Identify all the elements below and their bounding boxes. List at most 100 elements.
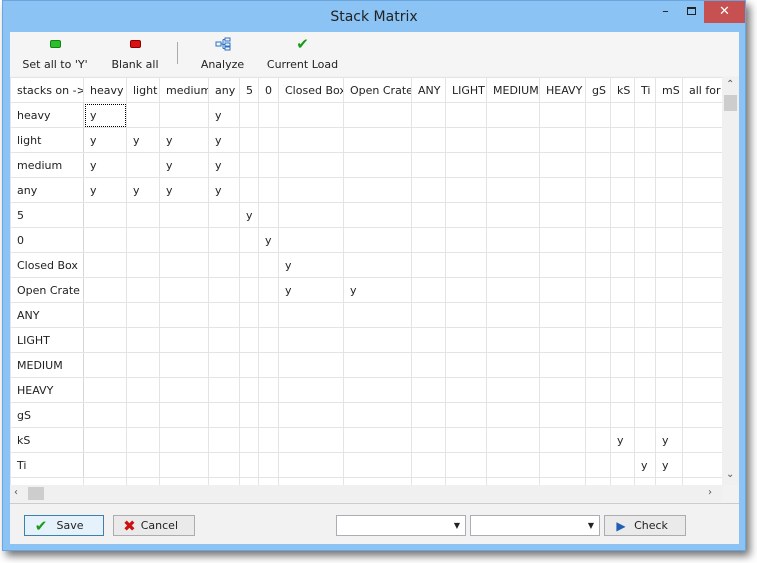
matrix-cell[interactable] — [610, 402, 635, 428]
matrix-cell[interactable] — [411, 327, 446, 353]
matrix-cell[interactable] — [682, 127, 722, 153]
matrix-cell[interactable] — [486, 302, 540, 328]
matrix-cell[interactable] — [258, 202, 279, 228]
matrix-cell[interactable] — [278, 427, 344, 453]
column-header[interactable]: Open Crate — [343, 77, 412, 103]
matrix-cell[interactable] — [239, 177, 259, 203]
matrix-cell[interactable] — [278, 402, 344, 428]
matrix-cell[interactable]: y — [655, 452, 683, 478]
matrix-cell[interactable] — [585, 227, 611, 253]
matrix-cell[interactable] — [126, 252, 160, 278]
row-header[interactable]: ANY — [10, 302, 84, 328]
matrix-cell[interactable] — [539, 102, 586, 128]
matrix-cell[interactable]: y — [83, 152, 127, 178]
matrix-cell[interactable] — [126, 352, 160, 378]
analyze-button[interactable]: Analyze — [195, 36, 250, 71]
matrix-cell[interactable] — [208, 227, 240, 253]
matrix-cell[interactable] — [258, 477, 279, 485]
matrix-cell[interactable] — [159, 452, 209, 478]
matrix-cell[interactable] — [126, 477, 160, 485]
matrix-cell[interactable] — [585, 277, 611, 303]
matrix-cell[interactable] — [486, 177, 540, 203]
matrix-cell[interactable] — [126, 377, 160, 403]
scroll-up-icon[interactable]: ⌃ — [726, 79, 734, 90]
matrix-cell[interactable] — [610, 102, 635, 128]
matrix-cell[interactable] — [486, 152, 540, 178]
matrix-cell[interactable] — [634, 402, 656, 428]
matrix-cell[interactable] — [126, 102, 160, 128]
matrix-cell[interactable] — [208, 402, 240, 428]
matrix-cell[interactable] — [126, 227, 160, 253]
matrix-cell[interactable] — [159, 377, 209, 403]
matrix-cell[interactable] — [486, 202, 540, 228]
matrix-cell[interactable]: y — [126, 127, 160, 153]
matrix-cell[interactable]: y — [208, 152, 240, 178]
matrix-cell[interactable] — [585, 252, 611, 278]
matrix-cell[interactable] — [610, 277, 635, 303]
matrix-cell[interactable] — [239, 277, 259, 303]
matrix-cell[interactable] — [445, 102, 487, 128]
matrix-cell[interactable]: y — [208, 177, 240, 203]
matrix-cell[interactable]: y — [208, 102, 240, 128]
matrix-cell[interactable] — [239, 427, 259, 453]
matrix-cell[interactable] — [486, 102, 540, 128]
matrix-cell[interactable] — [126, 302, 160, 328]
column-header[interactable]: gS — [585, 77, 611, 103]
matrix-cell[interactable] — [258, 377, 279, 403]
matrix-cell[interactable] — [343, 202, 412, 228]
matrix-cell[interactable] — [610, 127, 635, 153]
matrix-cell[interactable] — [411, 102, 446, 128]
matrix-cell[interactable] — [682, 327, 722, 353]
minimize-button[interactable]: – — [653, 1, 678, 23]
matrix-cell[interactable] — [585, 177, 611, 203]
row-header[interactable]: gS — [10, 402, 84, 428]
matrix-cell[interactable] — [343, 252, 412, 278]
column-header[interactable]: HEAVY — [539, 77, 586, 103]
matrix-cell[interactable] — [159, 402, 209, 428]
matrix-cell[interactable] — [126, 402, 160, 428]
horizontal-scroll-thumb[interactable] — [28, 487, 44, 500]
matrix-cell[interactable] — [343, 227, 412, 253]
matrix-cell[interactable] — [539, 302, 586, 328]
matrix-cell[interactable] — [159, 327, 209, 353]
matrix-cell[interactable] — [278, 327, 344, 353]
matrix-cell[interactable] — [126, 277, 160, 303]
matrix-cell[interactable] — [343, 102, 412, 128]
matrix-cell[interactable] — [445, 177, 487, 203]
matrix-cell[interactable] — [610, 477, 635, 485]
matrix-cell[interactable] — [445, 352, 487, 378]
matrix-cell[interactable] — [539, 227, 586, 253]
matrix-cell[interactable] — [682, 102, 722, 128]
matrix-cell[interactable] — [610, 252, 635, 278]
matrix-cell[interactable] — [445, 152, 487, 178]
column-header[interactable]: light — [126, 77, 160, 103]
matrix-cell[interactable] — [539, 277, 586, 303]
matrix-cell[interactable] — [539, 402, 586, 428]
matrix-cell[interactable] — [655, 252, 683, 278]
matrix-cell[interactable] — [634, 477, 656, 485]
matrix-cell[interactable] — [445, 477, 487, 485]
matrix-cell[interactable] — [539, 427, 586, 453]
matrix-cell[interactable] — [585, 327, 611, 353]
matrix-cell[interactable] — [655, 477, 683, 485]
matrix-cell[interactable] — [585, 127, 611, 153]
matrix-cell[interactable] — [258, 452, 279, 478]
matrix-cell[interactable] — [585, 352, 611, 378]
matrix-cell[interactable] — [258, 277, 279, 303]
matrix-cell[interactable] — [445, 377, 487, 403]
matrix-cell[interactable] — [126, 427, 160, 453]
column-header[interactable]: medium — [159, 77, 209, 103]
matrix-cell[interactable] — [411, 302, 446, 328]
matrix-cell[interactable] — [278, 227, 344, 253]
close-button[interactable]: ✕ — [704, 1, 745, 23]
matrix-cell[interactable]: y — [208, 127, 240, 153]
matrix-cell[interactable] — [585, 427, 611, 453]
matrix-cell[interactable] — [278, 377, 344, 403]
matrix-cell[interactable] — [539, 452, 586, 478]
matrix-cell[interactable] — [486, 427, 540, 453]
matrix-cell[interactable] — [343, 152, 412, 178]
matrix-cell[interactable] — [411, 152, 446, 178]
vertical-scroll-thumb[interactable] — [724, 95, 737, 111]
matrix-cell[interactable] — [411, 177, 446, 203]
matrix-cell[interactable] — [343, 427, 412, 453]
